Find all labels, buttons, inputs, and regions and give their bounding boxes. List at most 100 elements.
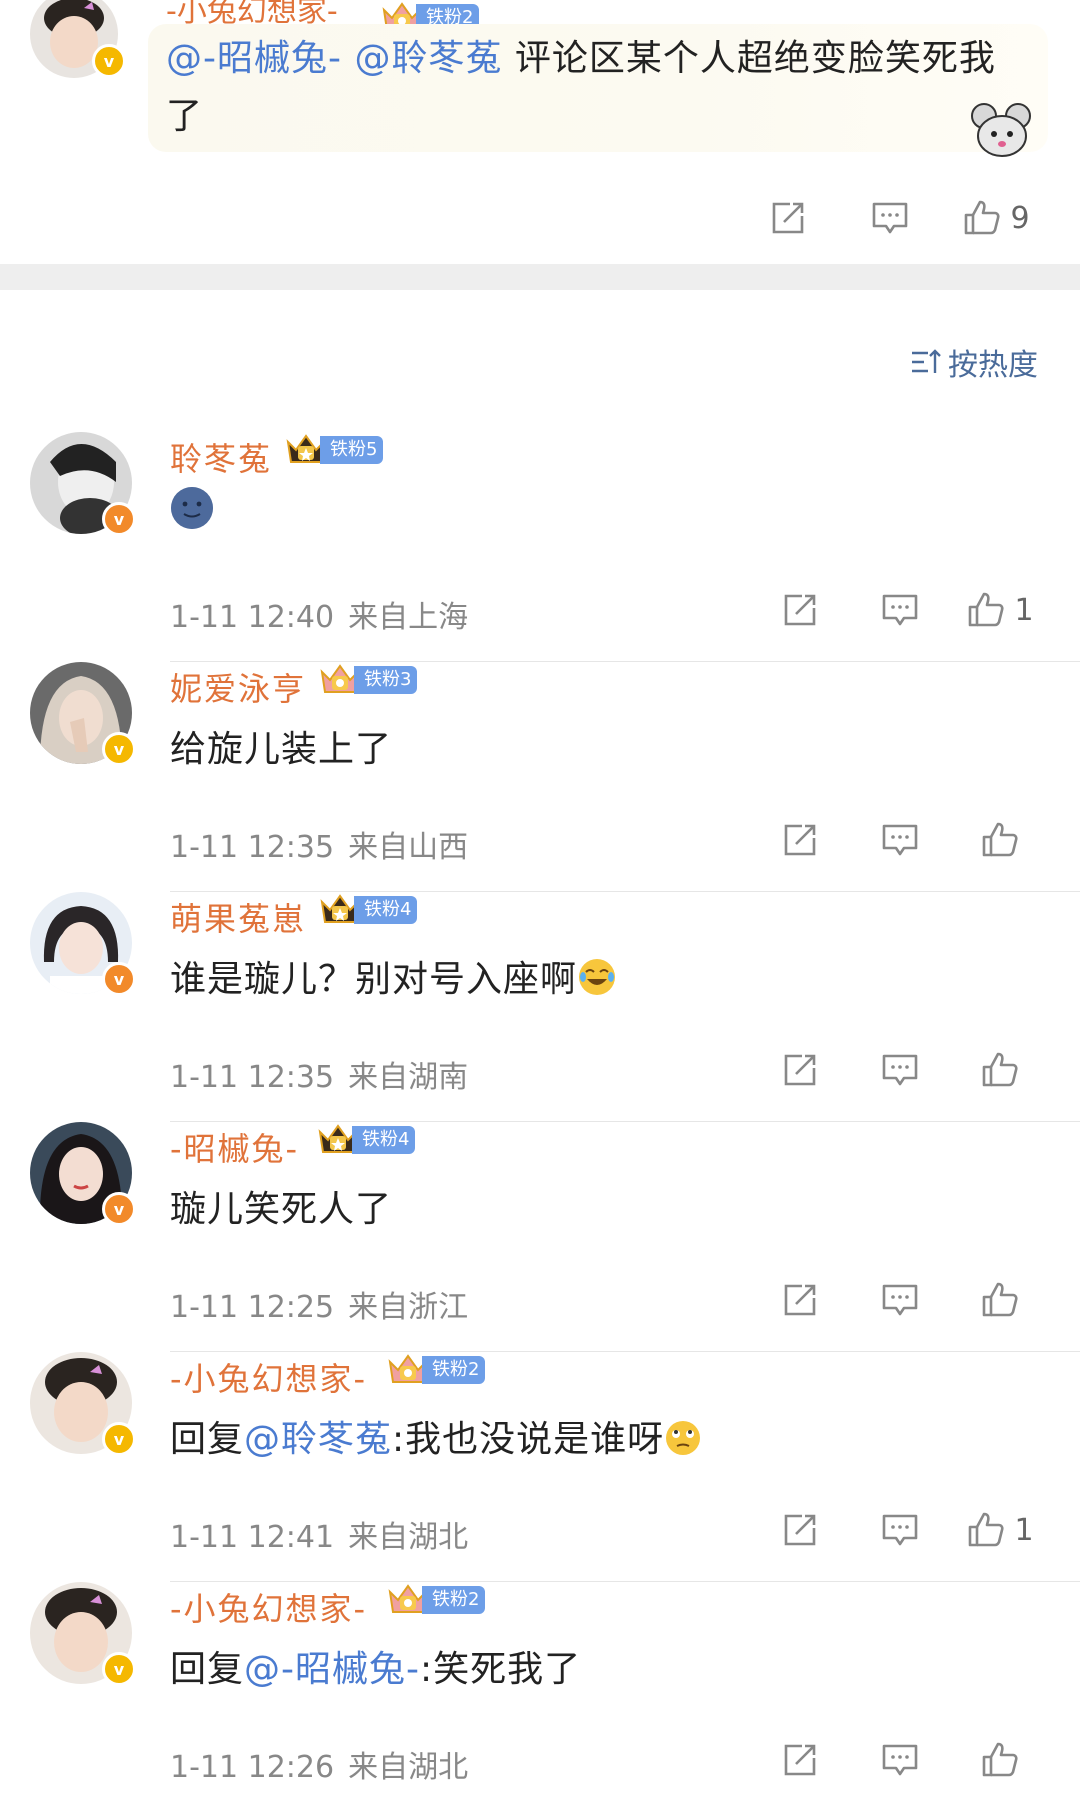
- comment-text: 给旋儿装上了: [170, 729, 393, 770]
- comment-text: @-昭槭兔- @聆苳菟 评论区某个人超绝变脸笑死我了: [166, 38, 996, 137]
- fan-badge: 铁粉4: [316, 1122, 416, 1158]
- comment-item: v 妮爱泳亨 铁粉3 给旋儿装上了 1-11 12:35 来自山西: [0, 662, 1080, 892]
- like-count: 1: [1014, 1512, 1034, 1548]
- share-icon: [768, 198, 808, 238]
- comment-icon: [880, 1510, 920, 1550]
- fan-badge: 铁粉2: [386, 1582, 486, 1618]
- top-actions: 9: [0, 198, 1080, 238]
- mention-link[interactable]: @-昭槭兔-: [244, 1649, 420, 1690]
- comment-item: v -昭槭兔- 铁粉4 璇儿笑死人了 1-11 12:25 来自浙江: [0, 1122, 1080, 1352]
- comment-meta: 1-11 12:40 来自上海: [170, 600, 469, 635]
- mention-link[interactable]: @-昭槭兔-: [166, 38, 342, 79]
- like-button[interactable]: 1: [950, 1510, 1050, 1550]
- thumbs-up-icon: [966, 590, 1006, 630]
- username[interactable]: 妮爱泳亨: [170, 664, 306, 710]
- comment-actions: 1: [750, 1510, 1050, 1550]
- laugh-cry-emoji-icon: [579, 959, 616, 995]
- comment-meta: 1-11 12:41 来自湖北: [170, 1520, 469, 1555]
- like-button[interactable]: [950, 1740, 1050, 1780]
- thumbs-up-icon: [980, 1280, 1020, 1320]
- verified-badge: v: [102, 1192, 136, 1226]
- fan-badge: 铁粉4: [318, 892, 418, 928]
- share-button[interactable]: [750, 1280, 850, 1320]
- username[interactable]: -昭槭兔-: [170, 1124, 299, 1170]
- thumbs-up-icon: [962, 198, 1002, 238]
- fan-badge: 铁粉3: [318, 662, 418, 698]
- like-count: 9: [1010, 200, 1030, 236]
- share-icon: [780, 1510, 820, 1550]
- comment-item: v -小兔幻想家- 铁粉2 回复@-昭槭兔-:笑死我了 1-11 12:26 来自…: [0, 1582, 1080, 1812]
- comment-button[interactable]: [850, 1280, 950, 1320]
- share-icon: [780, 590, 820, 630]
- thumbs-up-icon: [966, 1510, 1006, 1550]
- comment-icon: [880, 1740, 920, 1780]
- mention-link[interactable]: @聆苳菟: [244, 1419, 392, 1460]
- verified-badge: v: [102, 962, 136, 996]
- like-count: 1: [1014, 592, 1034, 628]
- comment-text: 谁是璇儿？别对号入座啊: [170, 950, 617, 1002]
- comment-button[interactable]: [850, 1050, 950, 1090]
- share-button[interactable]: [750, 1740, 850, 1780]
- comment-actions: [750, 1740, 1050, 1780]
- share-icon: [780, 1280, 820, 1320]
- top-comment-card: v -小兔幻想家- 铁粉2 @-昭槭兔- @聆苳菟 评论区某个人超绝变脸笑死我了…: [0, 0, 1080, 264]
- verified-badge: v: [102, 732, 136, 766]
- fan-badge: 铁粉2: [386, 1352, 486, 1388]
- share-button[interactable]: [738, 198, 838, 238]
- comment-button[interactable]: [850, 590, 950, 630]
- thumbs-up-icon: [980, 1050, 1020, 1090]
- moon-face-emoji-icon: [171, 487, 213, 529]
- comment-icon: [880, 1280, 920, 1320]
- fan-badge: 铁粉5: [284, 432, 384, 468]
- mouse-sticker-icon: [971, 103, 1031, 157]
- username[interactable]: 萌果菟崽: [170, 894, 306, 940]
- comment-icon: [880, 1050, 920, 1090]
- comment-button[interactable]: [840, 198, 940, 238]
- username[interactable]: -小兔幻想家-: [170, 1354, 367, 1400]
- comment-item: v 聆苳菟 铁粉5 1-11 12:40 来自上海 1: [0, 432, 1080, 662]
- comment-meta: 1-11 12:35 来自湖南: [170, 1060, 469, 1095]
- comment-button[interactable]: [850, 1740, 950, 1780]
- comment-icon: [880, 820, 920, 860]
- comment-meta: 1-11 12:35 来自山西: [170, 830, 469, 865]
- comment-meta: 1-11 12:25 来自浙江: [170, 1290, 469, 1325]
- comment-text: 璇儿笑死人了: [170, 1189, 393, 1230]
- like-button[interactable]: 9: [946, 198, 1046, 238]
- comment-text: [170, 486, 214, 539]
- thumbs-up-icon: [980, 1740, 1020, 1780]
- eye-roll-emoji-icon: [666, 1421, 701, 1455]
- share-icon: [780, 1050, 820, 1090]
- sort-toggle[interactable]: 按热度: [910, 340, 1038, 384]
- like-button[interactable]: [950, 1280, 1050, 1320]
- comment-actions: [750, 820, 1050, 860]
- comment-meta: 1-11 12:26 来自湖北: [170, 1750, 469, 1785]
- comment-actions: [750, 1050, 1050, 1090]
- verified-badge: v: [102, 502, 136, 536]
- comment-text: 回复@聆苳菟:我也没说是谁呀: [170, 1410, 702, 1462]
- highlighted-comment: @-昭槭兔- @聆苳菟 评论区某个人超绝变脸笑死我了: [148, 24, 1048, 157]
- comment-item: v -小兔幻想家- 铁粉2 回复@聆苳菟:我也没说是谁呀 1-11 12:41 来…: [0, 1352, 1080, 1582]
- comment-button[interactable]: [850, 1510, 950, 1550]
- share-icon: [780, 820, 820, 860]
- share-button[interactable]: [750, 1510, 850, 1550]
- comment-item: v 萌果菟崽 铁粉4 谁是璇儿？别对号入座啊 1-11 12:35 来自湖南: [0, 892, 1080, 1122]
- like-button[interactable]: 1: [950, 590, 1050, 630]
- like-button[interactable]: [950, 1050, 1050, 1090]
- share-button[interactable]: [750, 820, 850, 860]
- verified-badge: v: [102, 1422, 136, 1456]
- mention-link[interactable]: @聆苳菟: [354, 38, 502, 79]
- comment-text: 回复@-昭槭兔-:笑死我了: [170, 1649, 582, 1690]
- sort-icon: [912, 349, 941, 373]
- username[interactable]: 聆苳菟: [170, 434, 272, 480]
- share-button[interactable]: [750, 1050, 850, 1090]
- verified-badge: v: [102, 1652, 136, 1686]
- like-button[interactable]: [950, 820, 1050, 860]
- share-button[interactable]: [750, 590, 850, 630]
- avatar[interactable]: v: [30, 0, 126, 78]
- thumbs-up-icon: [980, 820, 1020, 860]
- comment-button[interactable]: [850, 820, 950, 860]
- comment-icon: [870, 198, 910, 238]
- comment-actions: [750, 1280, 1050, 1320]
- comment-actions: 1: [750, 590, 1050, 630]
- username[interactable]: -小兔幻想家-: [170, 1584, 367, 1630]
